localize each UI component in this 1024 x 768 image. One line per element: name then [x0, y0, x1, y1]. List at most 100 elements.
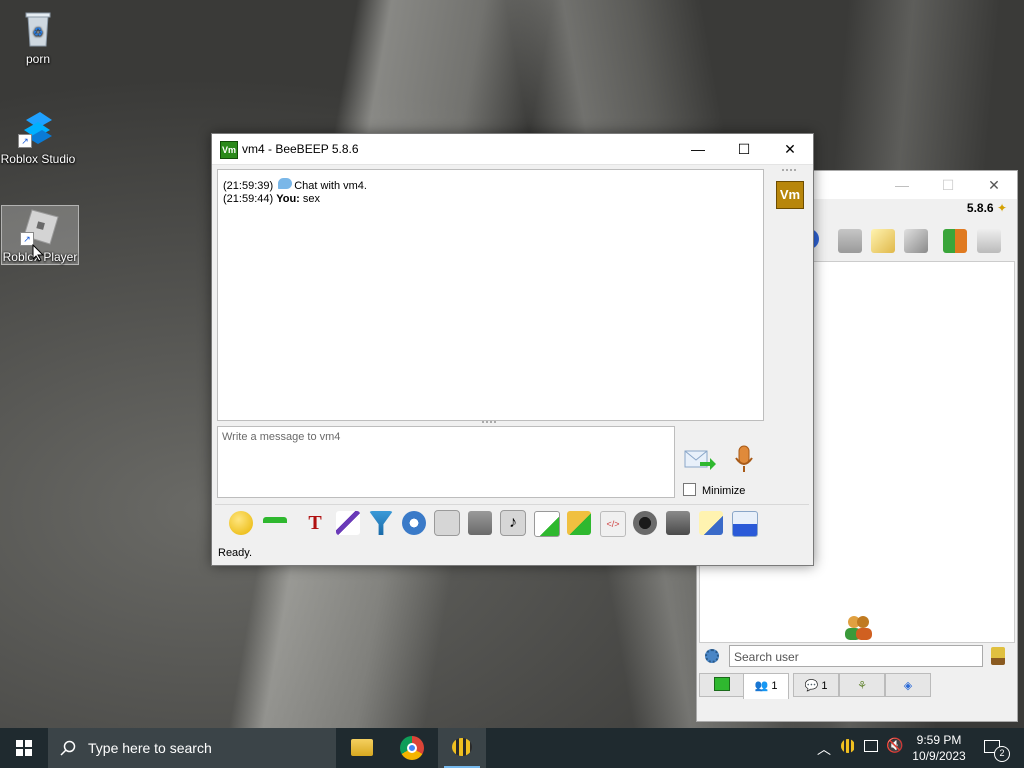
side-panel: Vm: [768, 169, 810, 499]
edit-icon[interactable]: [871, 229, 895, 253]
users-icon: 👥: [754, 680, 769, 692]
chrome-icon: [400, 736, 424, 760]
bee-icon: [452, 738, 472, 756]
chevron-up-icon[interactable]: ︿: [817, 739, 831, 759]
share-icon: ◈: [903, 680, 913, 692]
html-icon[interactable]: </>: [600, 511, 626, 537]
maximize-button[interactable]: ☐: [925, 171, 971, 199]
checkbox[interactable]: [683, 483, 696, 496]
mouse-cursor-icon: [32, 244, 44, 262]
send-icon[interactable]: [684, 448, 716, 474]
group-icon: ⚘: [857, 680, 867, 692]
notification-count-badge: 2: [994, 746, 1010, 762]
users-group-icon: [845, 616, 872, 640]
desktop-icon-recycle-bin[interactable]: ♻ porn: [0, 8, 76, 66]
tab-chats[interactable]: 💬 1: [793, 673, 839, 697]
chat-bubble-icon: 💬: [804, 680, 819, 692]
roblox-studio-icon: ↗: [18, 108, 58, 148]
desktop-icon-roblox-studio[interactable]: ↗ Roblox Studio: [0, 108, 76, 166]
music-note-icon[interactable]: ♪: [500, 510, 526, 536]
volume-muted-icon[interactable]: 🔇: [886, 737, 903, 754]
clock-date: 10/9/2023: [912, 749, 966, 763]
chat-window-titlebar[interactable]: Vm vm4 - BeeBEEP 5.8.6 — ☐ ✕: [212, 134, 813, 165]
chat-toolbar: T ♪ </>: [215, 504, 809, 541]
desktop: ♻ porn ↗ Roblox Studio ↗ Roblox Player —…: [0, 0, 1024, 728]
chrome-button[interactable]: [388, 728, 436, 768]
tab-shares[interactable]: ◈: [885, 673, 931, 697]
color-icon[interactable]: [336, 511, 360, 535]
microphone-icon[interactable]: [732, 444, 756, 476]
filter-icon[interactable]: [369, 511, 393, 535]
trash-icon[interactable]: [977, 229, 1001, 253]
clear-icon[interactable]: [666, 511, 690, 535]
minimize-button[interactable]: —: [879, 171, 925, 199]
camera-icon[interactable]: [633, 511, 657, 535]
shortcut-arrow-icon: ↗: [18, 134, 32, 148]
desktop-icon-label: porn: [25, 52, 51, 66]
version-label: 5.8.6 ✦: [966, 201, 1007, 215]
save-file-icon[interactable]: [534, 511, 560, 537]
update-icon[interactable]: [943, 229, 967, 253]
message-time: (21:59:39): [223, 180, 274, 192]
bee-tray-icon[interactable]: [841, 739, 855, 753]
emoticon-icon[interactable]: [229, 511, 253, 535]
message-time: (21:59:44): [223, 193, 274, 205]
clock-time: 9:59 PM: [916, 733, 962, 747]
tab-groups[interactable]: ⚘: [839, 673, 885, 697]
chat-window[interactable]: Vm vm4 - BeeBEEP 5.8.6 — ☐ ✕ (21:59:39) …: [211, 133, 814, 566]
grip-handle[interactable]: [782, 169, 796, 175]
chat-bubble-icon: [278, 178, 293, 189]
spellcheck-icon[interactable]: [434, 510, 460, 536]
clock[interactable]: 9:59 PM 10/9/2023: [904, 732, 974, 764]
dropdown-icon[interactable]: [263, 517, 287, 529]
minimize-checkbox[interactable]: Minimize: [683, 483, 745, 497]
notes-icon[interactable]: [699, 511, 723, 535]
search-placeholder: Type here to search: [88, 740, 212, 756]
chat-message: (21:59:44) You: sex: [223, 193, 320, 205]
system-tray: ︿ 🔇: [810, 728, 904, 768]
desktop-icon-label: Roblox Studio: [0, 152, 76, 166]
beebeep-taskbar-button[interactable]: [438, 728, 486, 768]
detach-icon[interactable]: [732, 511, 758, 537]
message-text: sex: [302, 193, 321, 205]
clear-broom-icon[interactable]: [991, 647, 1005, 665]
search-icon: [60, 740, 76, 756]
svg-text:♻: ♻: [33, 25, 44, 39]
search-user-input[interactable]: Search user: [729, 645, 983, 667]
maximize-button[interactable]: ☐: [721, 135, 767, 163]
taskbar-search-input[interactable]: Type here to search: [48, 728, 336, 768]
app-badge-icon: Vm: [220, 141, 238, 159]
notifications-button[interactable]: 2: [980, 728, 1014, 768]
tab-users[interactable]: 👥 1: [743, 673, 789, 699]
envelope-icon[interactable]: [838, 229, 862, 253]
minimize-button[interactable]: —: [675, 135, 721, 163]
chat-message: (21:59:39) Chat with vm4.: [223, 178, 367, 192]
chat-messages[interactable]: (21:59:39) Chat with vm4. (21:59:44) You…: [217, 169, 764, 421]
font-icon[interactable]: T: [303, 511, 327, 535]
file-explorer-button[interactable]: [338, 728, 386, 768]
dictionary-icon[interactable]: [468, 511, 492, 535]
close-button[interactable]: ✕: [767, 135, 813, 163]
message-input[interactable]: Write a message to vm4: [217, 426, 675, 498]
message-author: You:: [276, 193, 300, 205]
tab-status[interactable]: [699, 673, 745, 697]
windows-logo-icon: [16, 740, 32, 756]
folder-icon: [351, 739, 373, 756]
status-bar: Ready.: [218, 547, 253, 559]
recycle-bin-icon: ♻: [18, 8, 58, 48]
bee-icon: ✦: [996, 201, 1007, 215]
close-button[interactable]: ✕: [971, 171, 1017, 199]
splitter-handle[interactable]: [482, 421, 496, 425]
status-icon: [714, 677, 730, 691]
start-button[interactable]: [0, 728, 48, 768]
avatar[interactable]: Vm: [776, 181, 804, 209]
roblox-player-icon: ↗: [20, 206, 60, 246]
taskbar: Type here to search ︿ 🔇 9:59 PM 10/9/202…: [0, 728, 1024, 768]
network-icon[interactable]: [864, 740, 878, 752]
window-title: vm4 - BeeBEEP 5.8.6: [242, 142, 359, 156]
tools-icon[interactable]: [904, 229, 928, 253]
settings-icon[interactable]: [402, 511, 426, 535]
send-file-icon[interactable]: [567, 511, 591, 535]
message-text: Chat with vm4.: [294, 180, 367, 192]
settings-gear-icon[interactable]: [705, 649, 719, 663]
